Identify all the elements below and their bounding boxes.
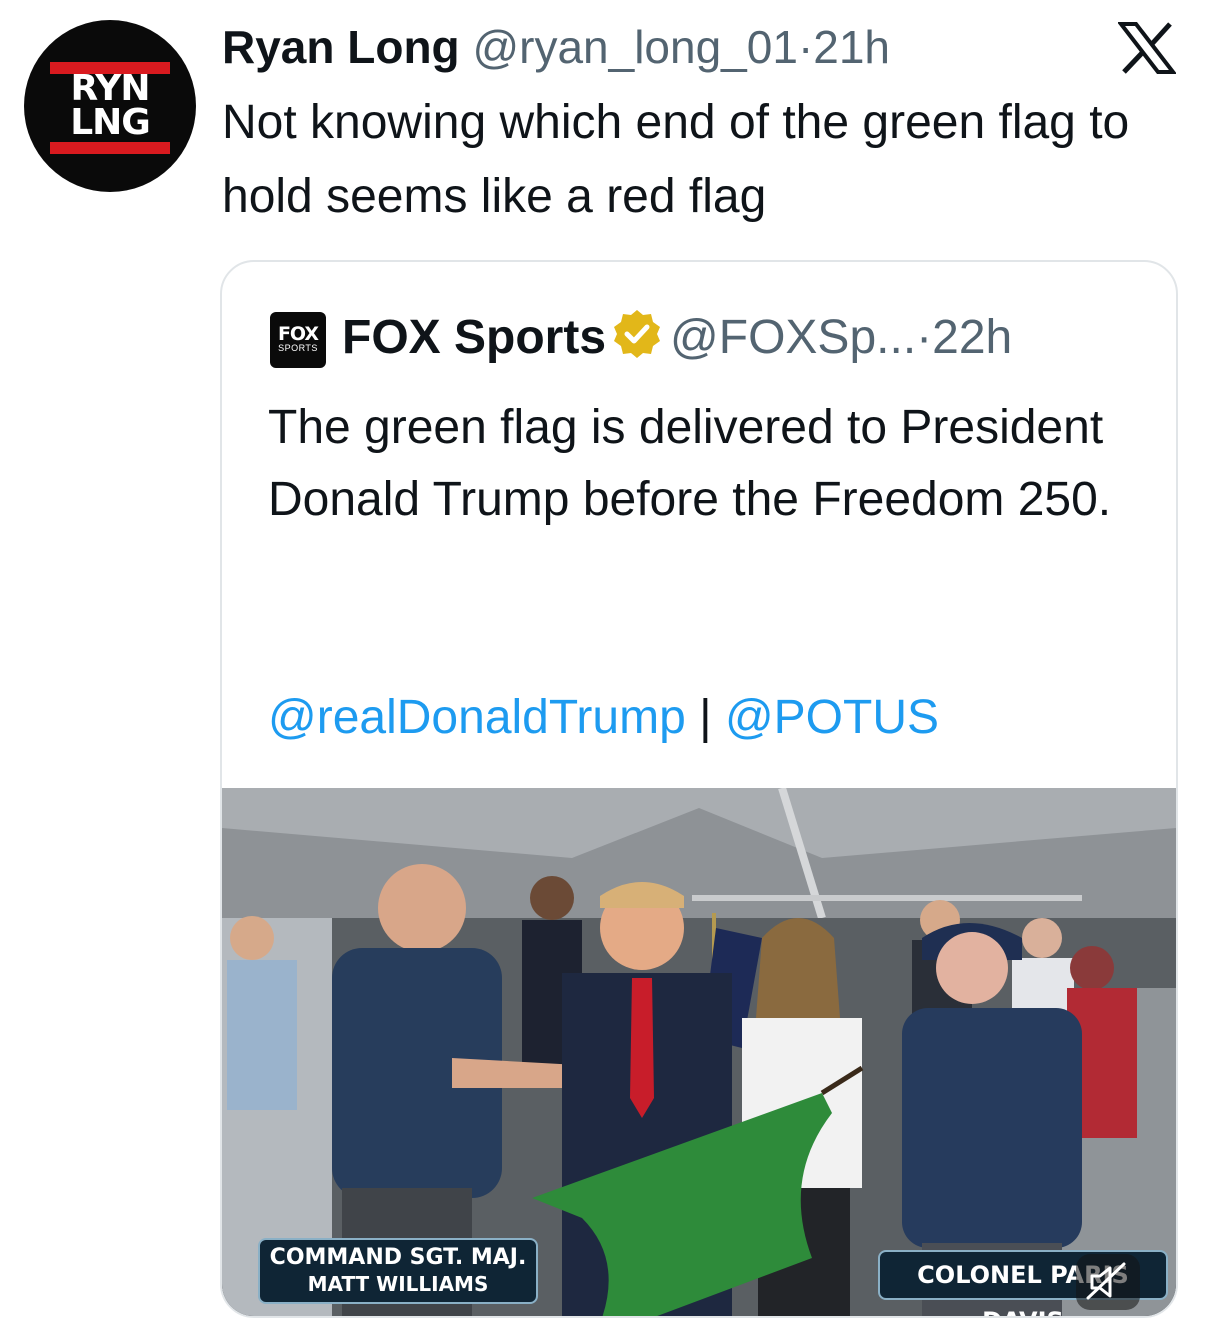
mention-separator: | [699,691,712,744]
quoted-video-media[interactable]: COMMAND SGT. MAJ. MATT WILLIAMS COLONEL … [222,788,1176,1316]
verified-badge-icon [614,310,661,358]
quoted-mentions: @realDonaldTrump | @POTUS [268,682,939,754]
author-display-name[interactable]: Ryan Long [222,21,460,73]
tweet-header: Ryan Long @ryan_long_01·21h [222,18,890,76]
mention-link-potus[interactable]: @POTUS [725,691,939,744]
mention-link-realdonaldtrump[interactable]: @realDonaldTrump [268,691,686,744]
quoted-time[interactable]: 22h [932,311,1012,364]
quoted-tweet-card[interactable]: FOX SPORTS FOX Sports @FOXSp...·22h The … [220,260,1178,1318]
avatar-logo-text: RYN LNG [70,68,151,143]
quoted-meta-separator: · [916,311,933,364]
caption-left-line1: COMMAND SGT. MAJ. [269,1245,527,1270]
quoted-display-name[interactable]: FOX Sports [342,311,606,364]
caption-left: COMMAND SGT. MAJ. MATT WILLIAMS [258,1238,538,1304]
author-avatar[interactable]: RYN LNG [24,20,196,192]
tweet-time[interactable]: 21h [813,21,890,73]
quoted-avatar-fox-text: FOX [277,323,319,345]
caption-left-line2: MATT WILLIAMS [307,1272,489,1296]
tweet-text: Not knowing which end of the green flag … [222,96,1130,223]
mute-button[interactable] [1076,1254,1140,1310]
quoted-tweet-header: FOX Sports @FOXSp...·22h [342,306,1012,370]
avatar-red-bar-bottom [50,142,170,154]
quoted-author-avatar[interactable]: FOX SPORTS [270,312,326,368]
meta-separator: · [797,21,814,73]
quoted-tweet-text: The green flag is delivered to President… [268,401,1112,526]
author-handle[interactable]: @ryan_long_01 [472,21,797,73]
x-logo-icon [1118,22,1176,74]
quoted-avatar-sports-text: SPORTS [278,343,318,353]
muted-speaker-icon [1086,1262,1126,1300]
quoted-handle[interactable]: @FOXSp... [670,311,916,364]
